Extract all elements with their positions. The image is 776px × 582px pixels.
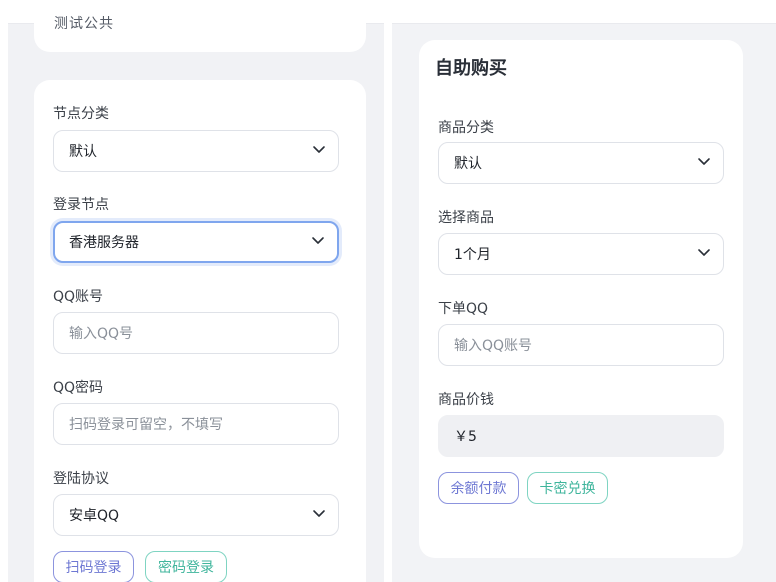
- node-category-select[interactable]: 默认: [53, 130, 339, 172]
- qq-password-label: QQ密码: [53, 380, 104, 396]
- balance-pay-button[interactable]: 余额付款: [438, 472, 519, 504]
- left-panel: 测试公共 节点分类 默认 登录节点 香港服务器 QQ账号 输入QQ号 QQ密码 …: [8, 0, 384, 582]
- select-product-select[interactable]: 1个月: [438, 233, 724, 275]
- order-qq-input[interactable]: 输入QQ账号: [438, 324, 724, 366]
- product-category-label: 商品分类: [438, 120, 494, 136]
- select-product-value: 1个月: [454, 247, 491, 263]
- product-price-value: ￥5: [454, 429, 477, 445]
- top-card-text: 测试公共: [54, 16, 114, 32]
- product-category-value: 默认: [454, 156, 482, 172]
- product-price-field: ￥5: [438, 415, 724, 457]
- qq-password-placeholder: 扫码登录可留空，不填写: [69, 417, 223, 433]
- right-panel: 自助购买 商品分类 默认 选择商品 1个月 下单QQ 输入QQ账号 商品价钱 ￥…: [392, 0, 776, 582]
- select-product-label: 选择商品: [438, 210, 494, 226]
- chevron-down-icon: [312, 142, 326, 156]
- qq-account-placeholder: 输入QQ号: [69, 326, 134, 342]
- qq-account-label: QQ账号: [53, 289, 104, 305]
- login-node-select[interactable]: 香港服务器: [53, 221, 339, 263]
- top-card: 测试公共: [34, 0, 366, 52]
- password-login-button[interactable]: 密码登录: [145, 551, 227, 582]
- chevron-down-icon: [311, 233, 325, 247]
- login-node-value: 香港服务器: [69, 235, 139, 251]
- login-protocol-label: 登陆协议: [53, 471, 109, 487]
- login-protocol-select[interactable]: 安卓QQ: [53, 494, 339, 536]
- card-redeem-button[interactable]: 卡密兑换: [527, 472, 608, 504]
- qq-password-input[interactable]: 扫码登录可留空，不填写: [53, 403, 339, 445]
- login-form-card: 节点分类 默认 登录节点 香港服务器 QQ账号 输入QQ号 QQ密码 扫码登录可…: [34, 80, 366, 582]
- scan-login-button[interactable]: 扫码登录: [53, 551, 134, 582]
- node-category-label: 节点分类: [53, 106, 109, 122]
- node-category-value: 默认: [69, 144, 97, 160]
- chevron-down-icon: [312, 506, 326, 520]
- login-protocol-value: 安卓QQ: [69, 508, 120, 524]
- order-qq-placeholder: 输入QQ账号: [454, 338, 533, 354]
- product-category-select[interactable]: 默认: [438, 142, 724, 184]
- chevron-down-icon: [697, 154, 711, 168]
- qq-account-input[interactable]: 输入QQ号: [53, 312, 339, 354]
- product-price-label: 商品价钱: [438, 392, 494, 408]
- order-qq-label: 下单QQ: [438, 301, 489, 317]
- self-purchase-card: 自助购买 商品分类 默认 选择商品 1个月 下单QQ 输入QQ账号 商品价钱 ￥…: [419, 40, 743, 558]
- right-top-bar: [392, 0, 776, 24]
- login-node-label: 登录节点: [53, 197, 109, 213]
- chevron-down-icon: [697, 245, 711, 259]
- self-purchase-title: 自助购买: [435, 58, 507, 79]
